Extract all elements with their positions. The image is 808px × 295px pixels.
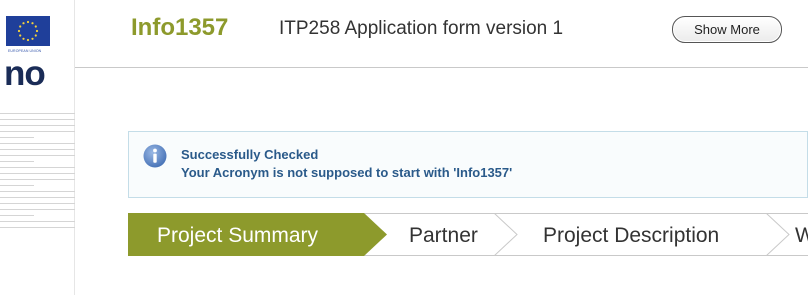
alert-title: Successfully Checked	[181, 147, 319, 162]
step-project-description[interactable]: Project Description	[543, 224, 719, 248]
step-project-summary[interactable]: Project Summary	[157, 224, 318, 248]
eu-caption: EUROPEAN UNION	[8, 49, 42, 53]
application-page: EUROPEAN UNION no Info1357 ITP258 Applic…	[0, 0, 808, 295]
eu-flag-icon	[6, 16, 50, 46]
info-icon	[143, 144, 167, 168]
alert-message: Your Acronym is not supposed to start wi…	[181, 165, 513, 180]
step-next-partial[interactable]: W	[795, 224, 808, 248]
info-alert: Successfully Checked Your Acronym is not…	[128, 131, 808, 198]
sidebar-decoration	[0, 113, 75, 233]
project-acronym-title: Info1357	[131, 14, 229, 41]
program-logo: no	[4, 54, 46, 93]
wizard-steps: Project Summary Partner Project Descript…	[128, 213, 808, 256]
step-partner[interactable]: Partner	[409, 224, 478, 248]
sidebar: EUROPEAN UNION no	[0, 0, 75, 295]
show-more-button[interactable]: Show More	[672, 16, 782, 43]
step-separator	[765, 213, 790, 256]
form-name: ITP258 Application form version 1	[279, 18, 564, 39]
step-separator	[493, 213, 518, 256]
